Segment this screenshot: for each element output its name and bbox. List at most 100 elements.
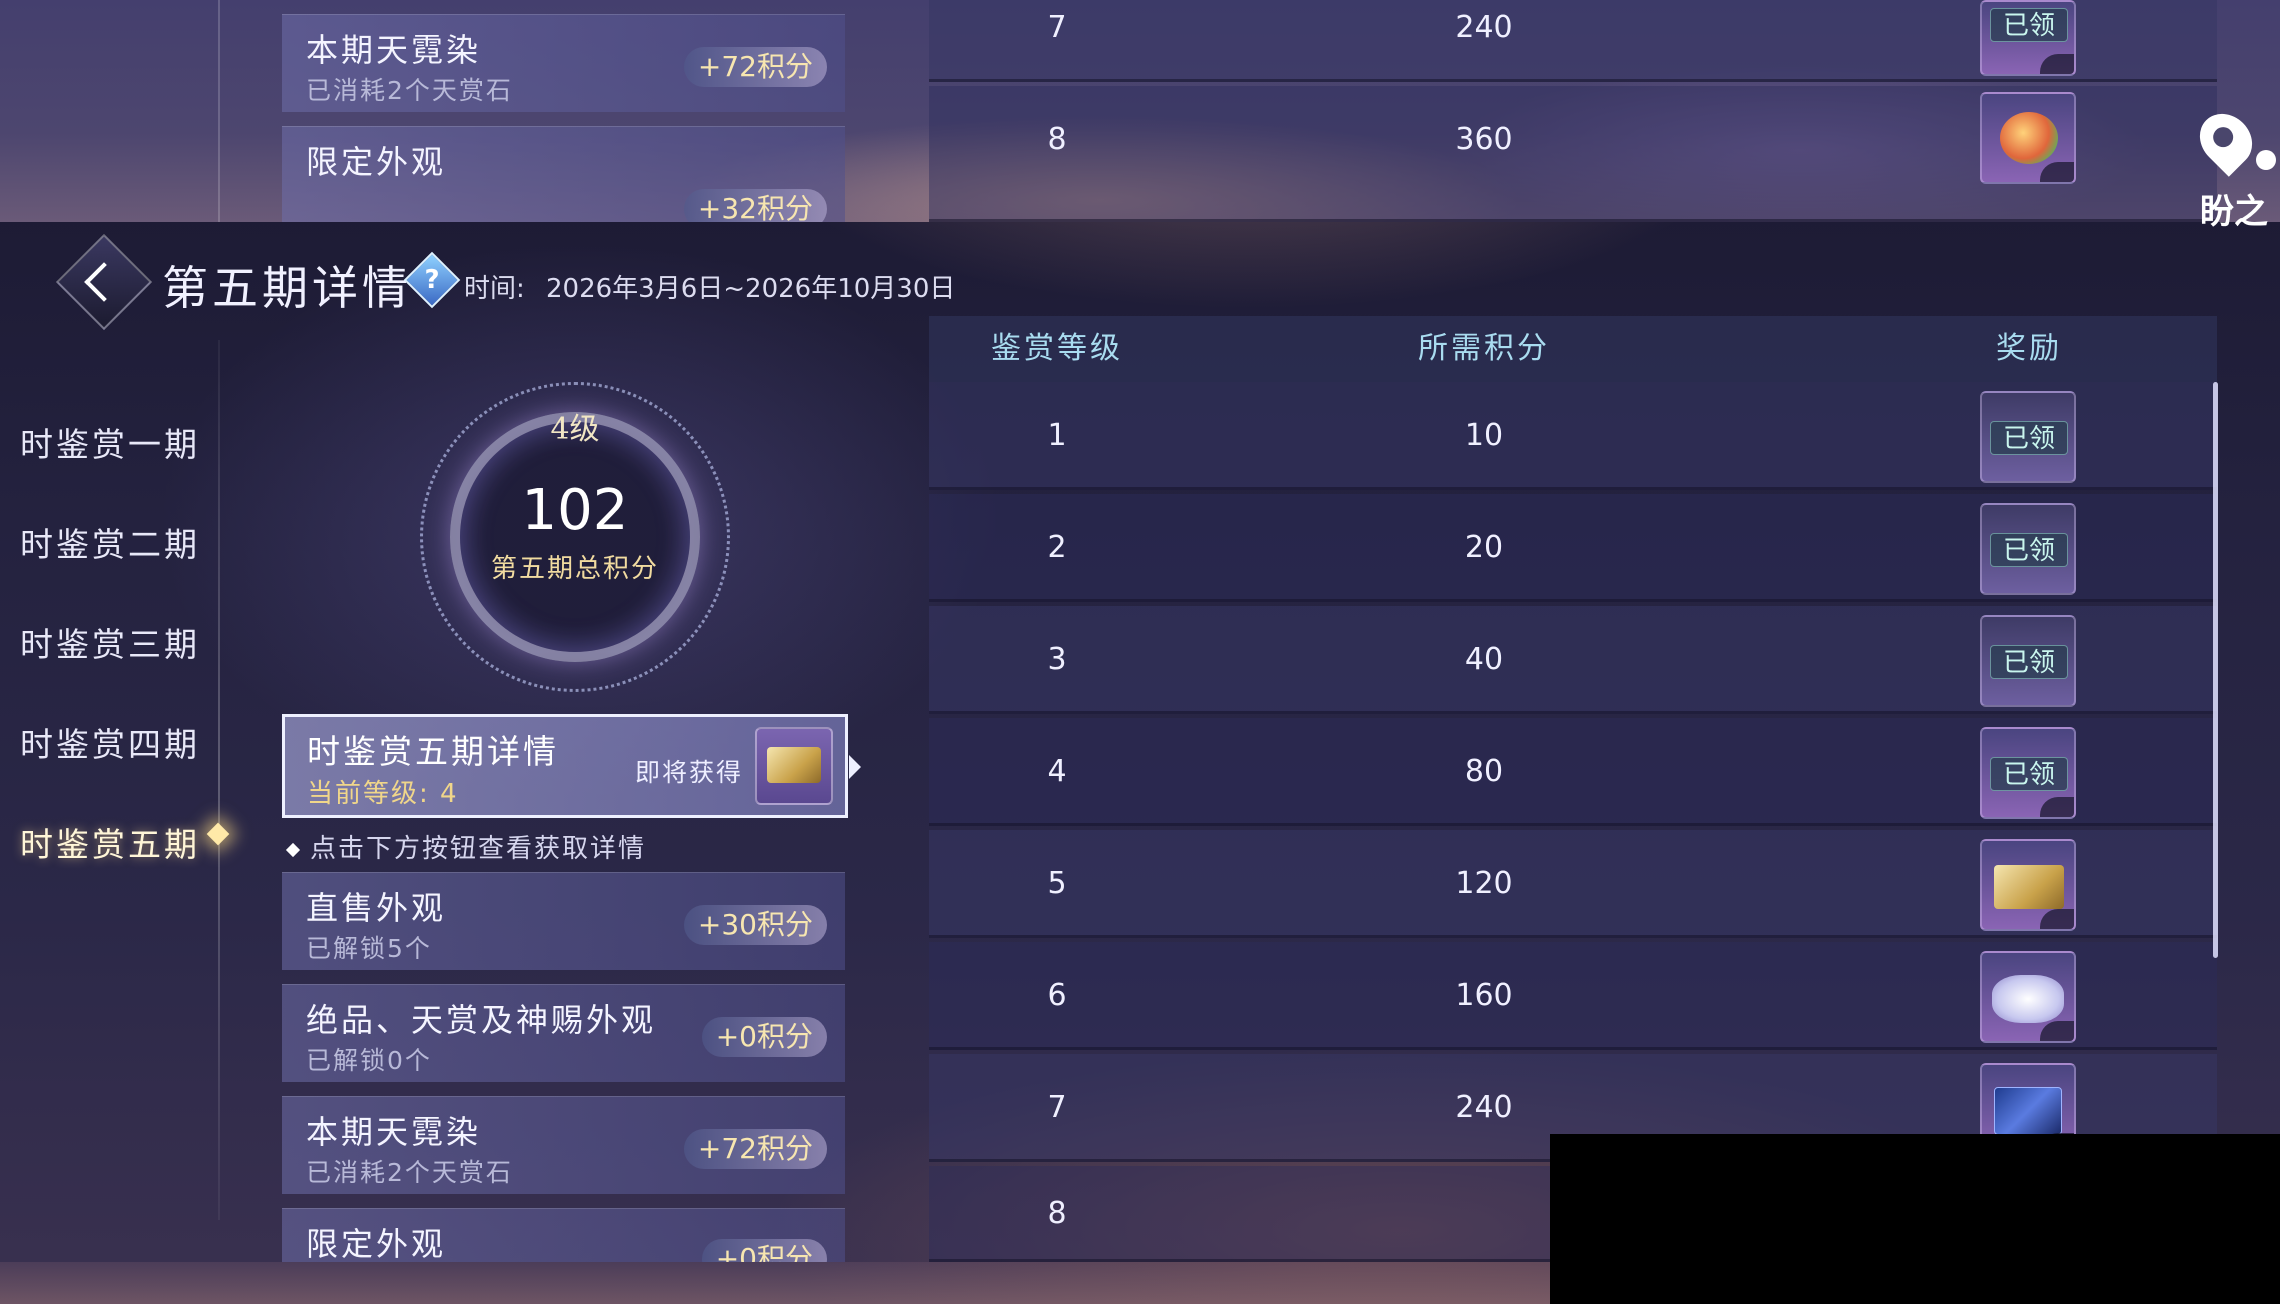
score-caption: 第五期总积分 (490, 554, 659, 584)
claimed-label: 已领 (1990, 8, 2068, 42)
claimed-label: 已领 (1990, 533, 2068, 567)
row-level: 6 (1047, 978, 1067, 1013)
source-card-premium[interactable]: 绝品、天赏及神赐外观 已解锁0个 +0积分 (282, 984, 845, 1082)
table-row: 5 120 (929, 830, 2217, 938)
source-title: 绝品、天赏及神赐外观 (306, 1001, 657, 1039)
time-label: 时间: (464, 274, 525, 304)
time-range: 2026年3月6日~2026年10月30日 (546, 274, 956, 304)
source-sub: 已消耗2个天赏石 (306, 1158, 513, 1187)
pointer-arrow-icon (849, 755, 861, 779)
help-icon[interactable]: ? (403, 251, 461, 309)
points-badge: +30积分 (683, 905, 827, 945)
page-header: 第五期详情 ? 时间: 2026年3月6日~2026年10月30日 (0, 222, 2280, 331)
claimed-label: 已领 (1990, 757, 2068, 791)
row-points: 40 (1464, 642, 1504, 677)
sidebar-divider (218, 340, 220, 1220)
shell-icon (1992, 975, 2064, 1023)
gold-ticket-icon (767, 747, 821, 783)
source-sub: 已解锁0个 (306, 1046, 432, 1075)
reward-slot[interactable] (1980, 92, 2076, 184)
back-button[interactable] (55, 233, 153, 331)
source-title: 本期天霓染 (306, 31, 482, 69)
source-title: 限定外观 (306, 1225, 447, 1262)
claimed-label: 已领 (1990, 421, 2068, 455)
row-level: 2 (1047, 530, 1067, 565)
source-sub: 已消耗2个天赏石 (306, 76, 513, 105)
row-points: 240 (1455, 10, 1513, 45)
row-points: 80 (1464, 754, 1504, 789)
level-ring: 4级 102 第五期总积分 (420, 382, 730, 692)
source-title: 直售外观 (306, 889, 447, 927)
row-points: 10 (1464, 418, 1504, 453)
source-title: 限定外观 (306, 143, 447, 181)
points-badge: +72积分 (683, 47, 827, 87)
watermark-logo: 盼之 (2189, 100, 2280, 232)
row-points: 20 (1464, 530, 1504, 565)
reward-slot[interactable] (1980, 839, 2076, 931)
source-card-dye-top[interactable]: 本期天霓染 已消耗2个天赏石 +72积分 (282, 14, 845, 112)
pin-icon (2189, 103, 2263, 177)
gold-ticket-icon (1994, 865, 2064, 909)
row-level: 1 (1047, 418, 1067, 453)
fruit-icon (2000, 112, 2058, 164)
source-card-limited-top[interactable]: 限定外观 +32积分 (282, 126, 845, 222)
corner-mark (2040, 1021, 2074, 1041)
points-badge: +0积分 (701, 1239, 827, 1262)
reward-slot[interactable]: 已领 (1980, 727, 2076, 819)
claimed-label: 已领 (1990, 645, 2068, 679)
table-row: 8 360 (929, 86, 2217, 222)
diamond-bullet-icon (285, 842, 301, 857)
table-header: 鉴赏等级 所需积分 奖励 (929, 316, 2217, 382)
detail-title: 时鉴赏五期详情 (307, 732, 559, 771)
upcoming-reward[interactable] (755, 727, 833, 805)
points-badge: +32积分 (683, 189, 827, 222)
row-level: 3 (1047, 642, 1067, 677)
source-sub: 已解锁5个 (306, 934, 432, 963)
sidebar-item-period-1[interactable]: 时鉴赏一期 (20, 418, 200, 466)
table-row: 1 10 已领 (929, 382, 2217, 490)
sidebar-item-period-4[interactable]: 时鉴赏四期 (20, 718, 200, 766)
row-level: 8 (1047, 1196, 1067, 1231)
row-level: 7 (1047, 10, 1067, 45)
row-level: 8 (1047, 122, 1067, 157)
table-row: 4 80 已领 (929, 718, 2217, 826)
top-strip: 本期天霓染 已消耗2个天赏石 +72积分 限定外观 +32积分 7 240 已领… (0, 0, 2280, 222)
corner-mark (2040, 909, 2074, 929)
source-card-limited[interactable]: 限定外观 +0积分 (282, 1208, 845, 1262)
table-row: 7 240 已领 (929, 0, 2217, 82)
corner-mark (2040, 797, 2074, 817)
row-points: 160 (1455, 978, 1513, 1013)
row-level: 4 (1047, 754, 1067, 789)
header-level: 鉴赏等级 (991, 331, 1123, 366)
current-level: 4级 (550, 412, 600, 447)
scrollbar[interactable] (2213, 382, 2218, 958)
row-level: 7 (1047, 1090, 1067, 1125)
source-card-dye[interactable]: 本期天霓染 已消耗2个天赏石 +72积分 (282, 1096, 845, 1194)
hint-text: 点击下方按钮查看获取详情 (285, 828, 646, 865)
sidebar-item-period-2[interactable]: 时鉴赏二期 (20, 518, 200, 566)
points-badge: +72积分 (683, 1129, 827, 1169)
corner-mark (2040, 162, 2074, 182)
reward-slot[interactable]: 已领 (1980, 615, 2076, 707)
table-row: 2 20 已领 (929, 494, 2217, 602)
page-title: 第五期详情 (162, 261, 412, 315)
corner-mark (2040, 54, 2074, 74)
table-row: 6 160 (929, 942, 2217, 1050)
reward-slot[interactable]: 已领 (1980, 391, 2076, 483)
source-title: 本期天霓染 (306, 1113, 482, 1151)
reward-slot[interactable] (1980, 951, 2076, 1043)
card-icon (1994, 1087, 2062, 1135)
source-card-direct[interactable]: 直售外观 已解锁5个 +30积分 (282, 872, 845, 970)
reward-slot[interactable]: 已领 (1980, 0, 2076, 76)
redaction-block (1550, 1134, 2280, 1304)
sidebar-item-period-5[interactable]: 时鉴赏五期 (20, 818, 200, 866)
back-arrow-icon (84, 262, 124, 302)
reward-slot[interactable]: 已领 (1980, 503, 2076, 595)
period-detail-card[interactable]: 时鉴赏五期详情 当前等级: 4 即将获得 (282, 714, 861, 818)
row-points: 360 (1455, 122, 1513, 157)
header-reward: 奖励 (1996, 331, 2062, 366)
total-score: 102 (521, 478, 629, 543)
points-badge: +0积分 (701, 1017, 827, 1057)
sidebar-item-period-3[interactable]: 时鉴赏三期 (20, 618, 200, 666)
sidebar-divider (218, 0, 220, 222)
